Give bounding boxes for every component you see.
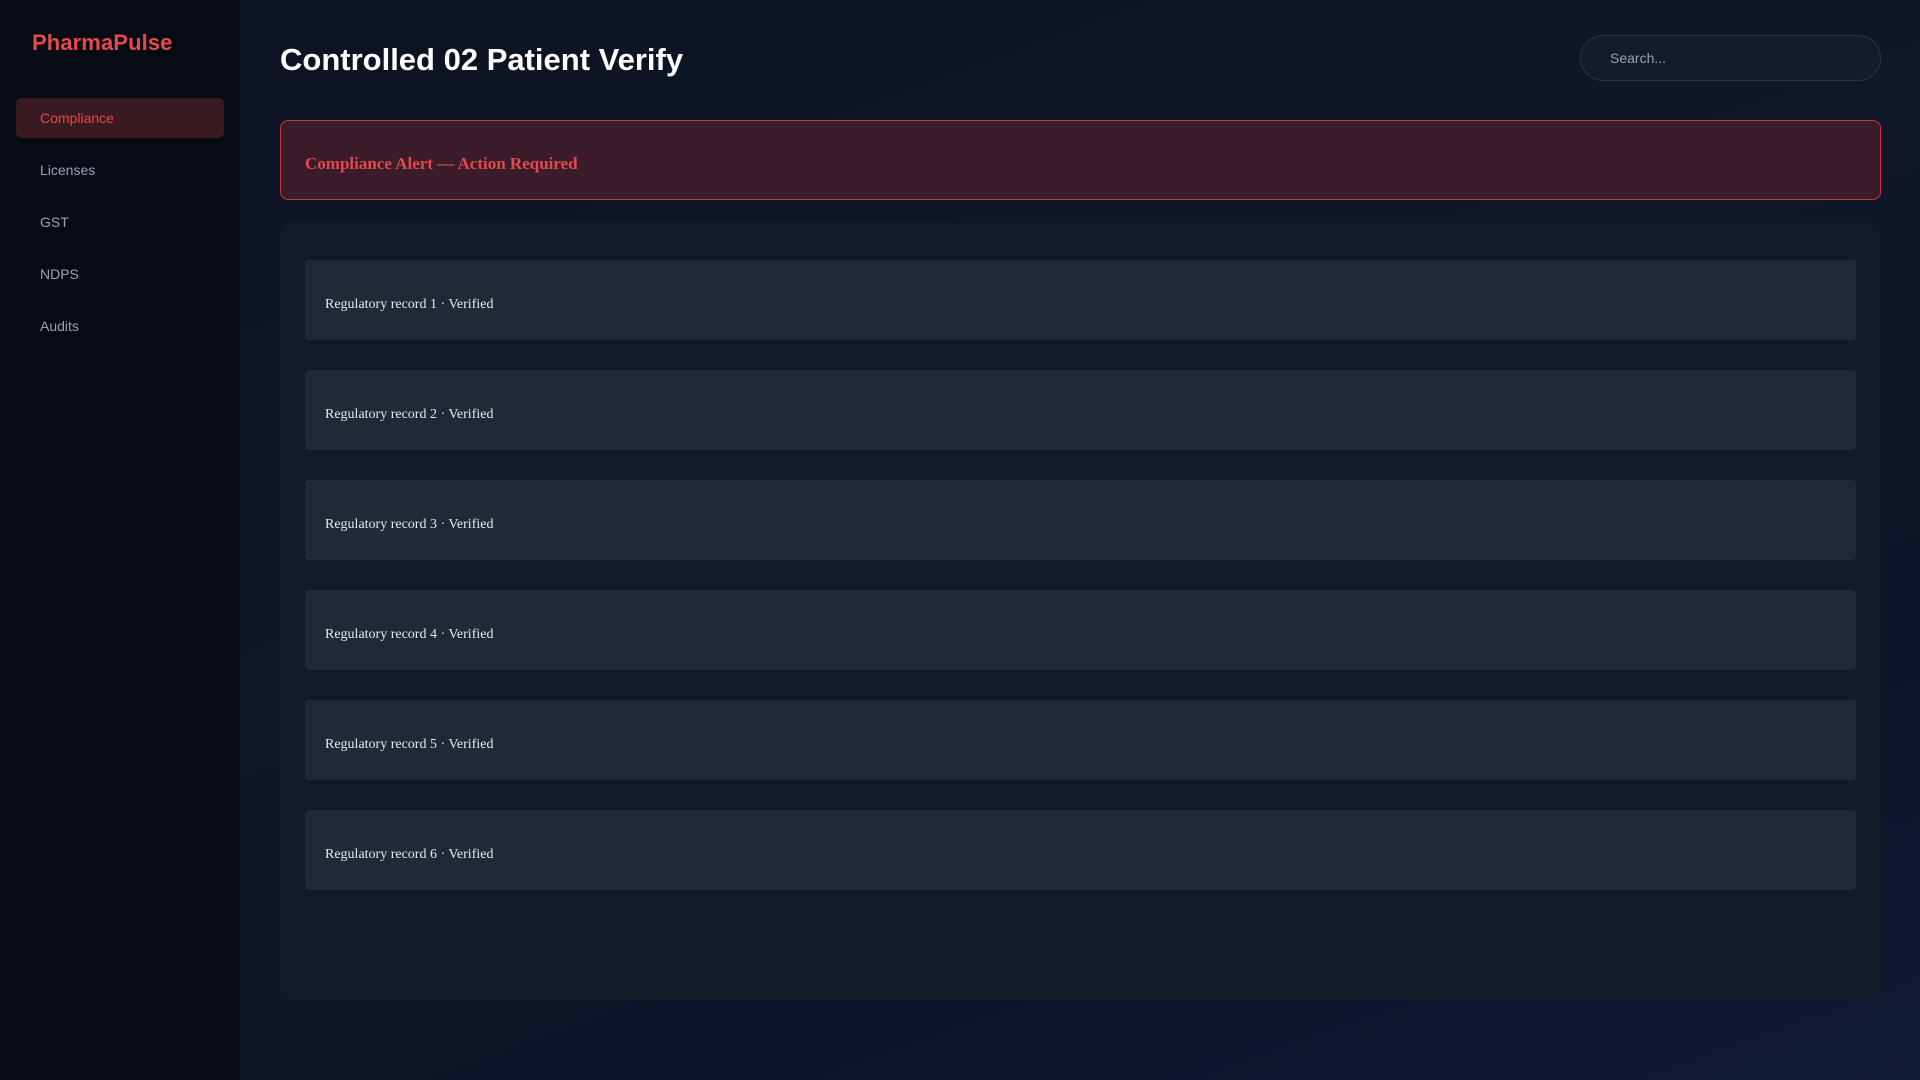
list-item[interactable]: Regulatory record 4 · Verified: [305, 590, 1856, 670]
sidebar-item-gst[interactable]: GST: [16, 202, 224, 242]
sidebar-item-compliance[interactable]: Compliance: [16, 98, 224, 138]
search-box[interactable]: [1580, 35, 1881, 81]
sidebar-item-audits[interactable]: Audits: [16, 306, 224, 346]
record-text: Regulatory record 1 · Verified: [325, 297, 494, 312]
records-panel: Regulatory record 1 · Verified Regulator…: [280, 222, 1881, 1000]
list-item[interactable]: Regulatory record 6 · Verified: [305, 810, 1856, 890]
list-item[interactable]: Regulatory record 5 · Verified: [305, 700, 1856, 780]
brand-logo[interactable]: PharmaPulse: [32, 30, 224, 56]
sidebar-item-licenses[interactable]: Licenses: [16, 150, 224, 190]
search-input[interactable]: [1610, 50, 1851, 66]
list-item[interactable]: Regulatory record 1 · Verified: [305, 260, 1856, 340]
record-text: Regulatory record 2 · Verified: [325, 407, 494, 422]
sidebar-item-ndps[interactable]: NDPS: [16, 254, 224, 294]
record-text: Regulatory record 3 · Verified: [325, 517, 494, 532]
alert-text: Compliance Alert — Action Required: [305, 154, 578, 173]
record-text: Regulatory record 4 · Verified: [325, 627, 494, 642]
record-text: Regulatory record 5 · Verified: [325, 737, 494, 752]
sidebar: PharmaPulse Compliance Licenses GST NDPS…: [0, 0, 240, 1080]
page-title: Controlled 02 Patient Verify: [280, 42, 684, 77]
record-text: Regulatory record 6 · Verified: [325, 847, 494, 862]
sidebar-nav: Compliance Licenses GST NDPS Audits: [16, 98, 224, 346]
list-item[interactable]: Regulatory record 2 · Verified: [305, 370, 1856, 450]
list-item[interactable]: Regulatory record 3 · Verified: [305, 480, 1856, 560]
compliance-alert-banner: Compliance Alert — Action Required: [280, 120, 1881, 200]
